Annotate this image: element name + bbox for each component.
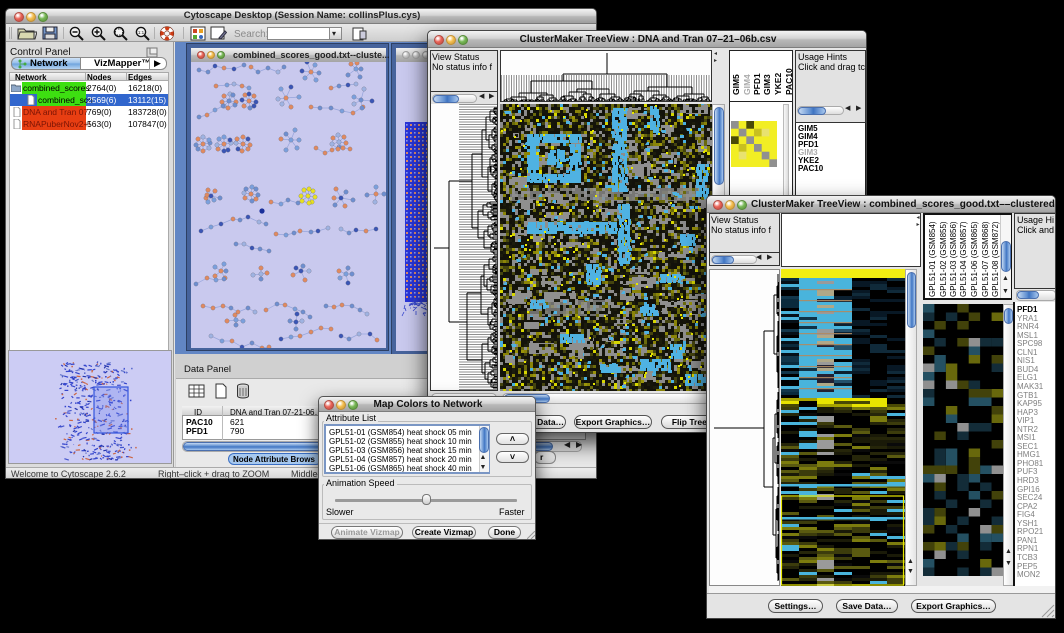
svg-text:1:1: 1:1 (138, 30, 145, 35)
